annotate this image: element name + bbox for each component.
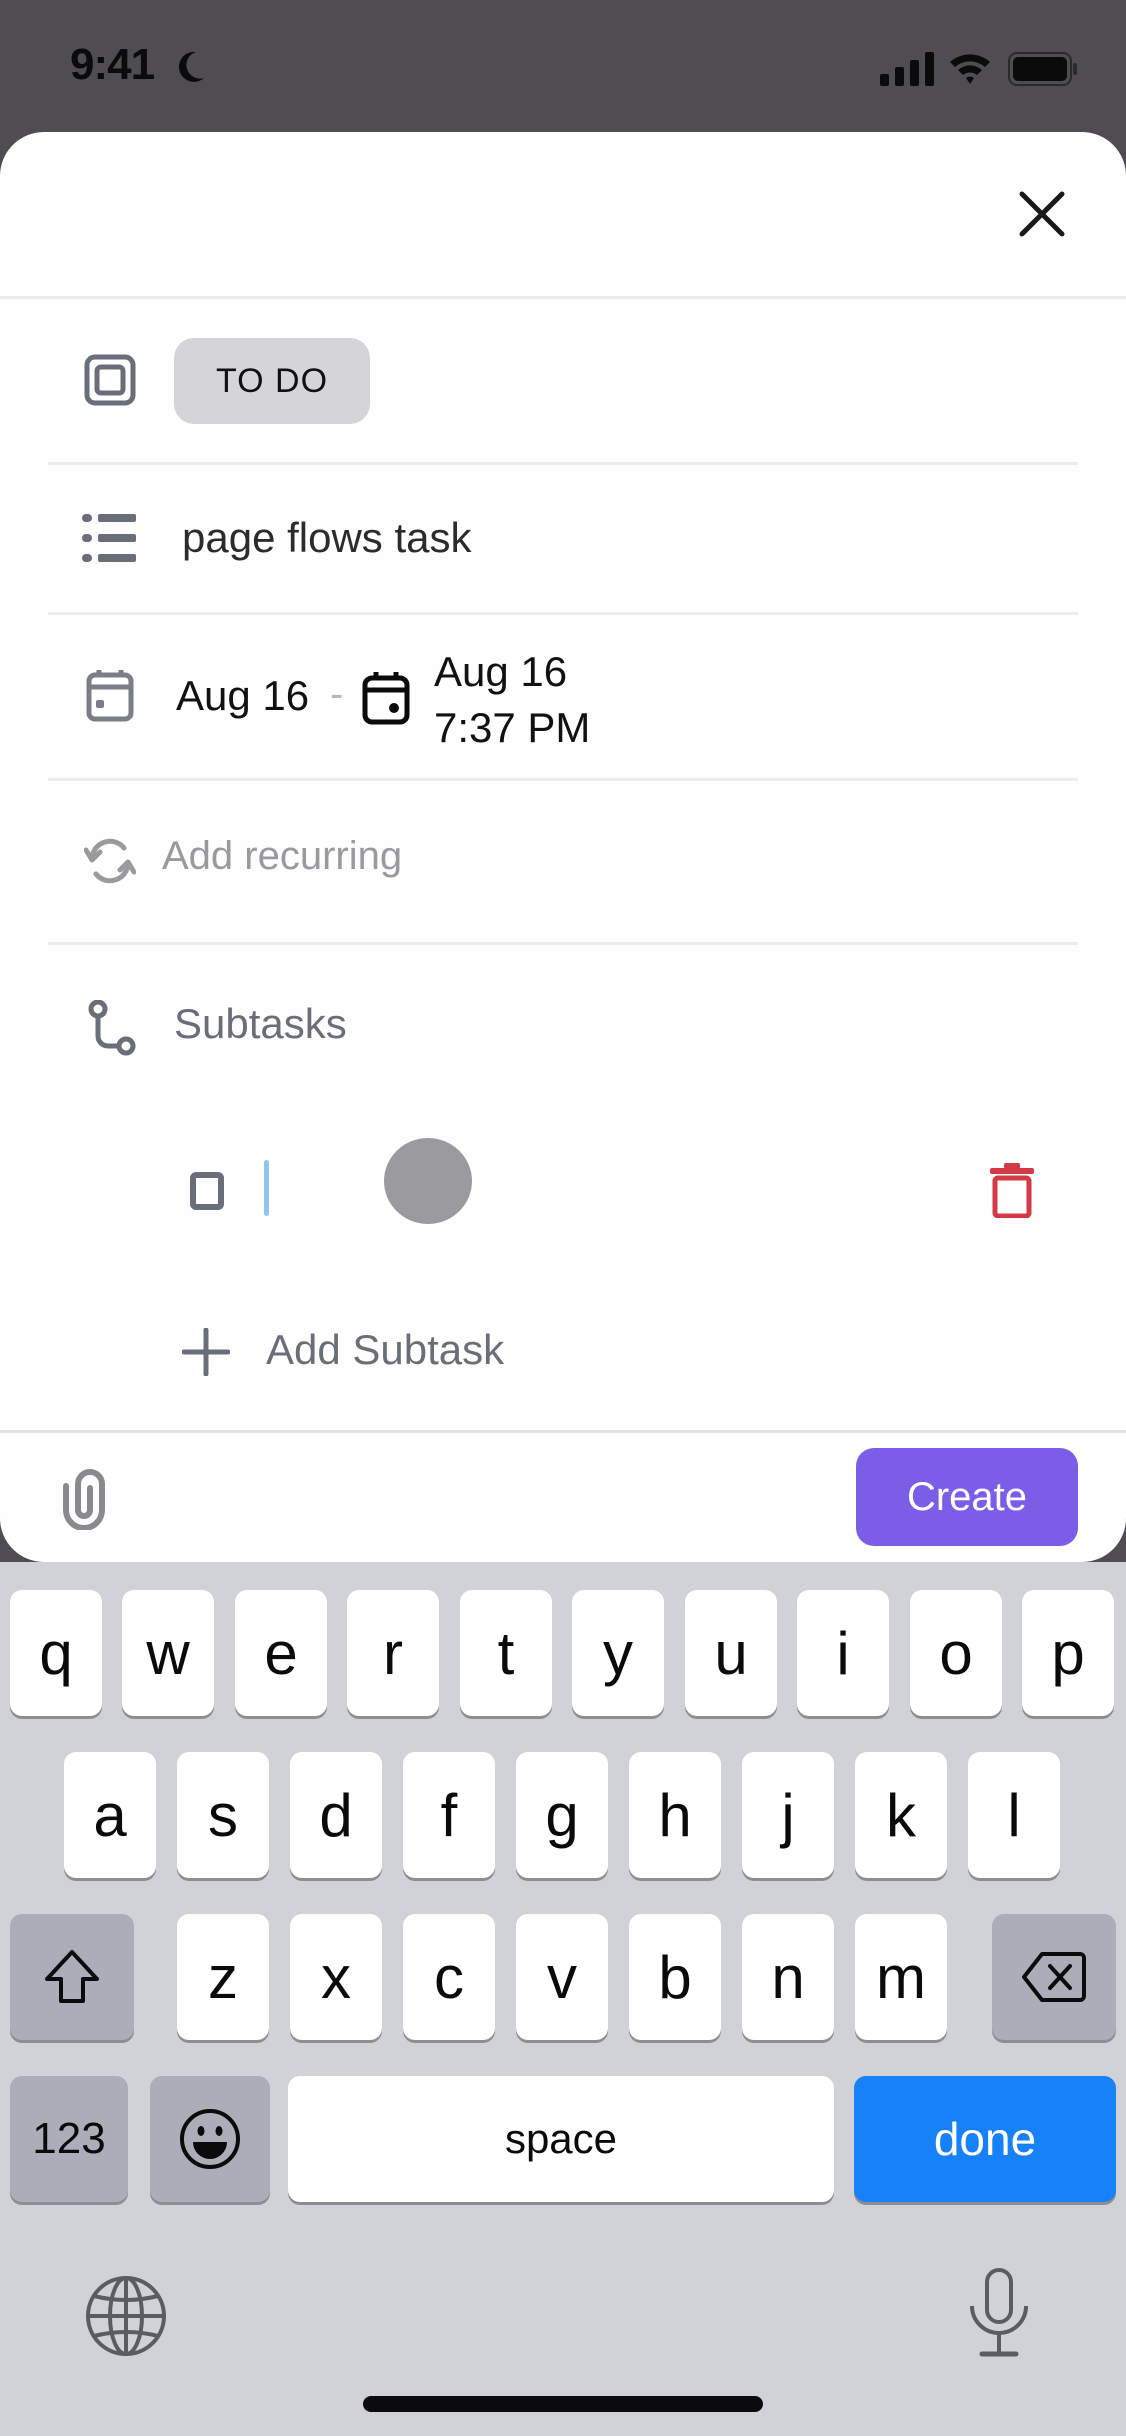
key-x[interactable]: x (290, 1914, 382, 2040)
key-y[interactable]: y (572, 1590, 664, 1716)
create-task-sheet: TO DO page flows task Aug 16 - Aug 16 7:… (0, 132, 1126, 1562)
keyboard: q w e r t y u i o p a s d f g h j k l z … (0, 1562, 1126, 2436)
row-divider (48, 612, 1078, 615)
key-t[interactable]: t (460, 1590, 552, 1716)
globe-icon[interactable] (84, 2274, 168, 2358)
numbers-key[interactable]: 123 (10, 2076, 128, 2202)
key-k[interactable]: k (855, 1752, 947, 1878)
shift-key[interactable] (10, 1914, 134, 2040)
key-b[interactable]: b (629, 1914, 721, 2040)
key-v[interactable]: v (516, 1914, 608, 2040)
key-f[interactable]: f (403, 1752, 495, 1878)
row-divider (48, 942, 1078, 945)
due-date-day: Aug 16 (434, 648, 568, 695)
battery-icon (1008, 52, 1077, 86)
home-indicator (363, 2396, 763, 2412)
key-j[interactable]: j (742, 1752, 834, 1878)
status-square-icon (84, 354, 136, 406)
wifi-icon (950, 54, 990, 84)
list-icon (82, 514, 136, 562)
add-recurring-button[interactable]: Add recurring (162, 834, 402, 879)
subtask-checkbox[interactable] (190, 1172, 224, 1210)
start-date[interactable]: Aug 16 (176, 672, 309, 720)
key-l[interactable]: l (968, 1752, 1060, 1878)
key-e[interactable]: e (235, 1590, 327, 1716)
row-divider (48, 462, 1078, 465)
key-d[interactable]: d (290, 1752, 382, 1878)
key-o[interactable]: o (910, 1590, 1002, 1716)
key-i[interactable]: i (797, 1590, 889, 1716)
task-list-name[interactable]: page flows task (182, 514, 472, 562)
key-w[interactable]: w (122, 1590, 214, 1716)
row-divider (48, 778, 1078, 781)
text-cursor (264, 1160, 269, 1216)
moon-icon (178, 51, 204, 82)
calendar-icon (86, 670, 134, 722)
key-a[interactable]: a (64, 1752, 156, 1878)
shift-icon (45, 1950, 99, 2003)
backspace-key[interactable] (992, 1914, 1116, 2040)
due-date-time: 7:37 PM (434, 704, 591, 751)
key-c[interactable]: c (403, 1914, 495, 2040)
subtasks-label: Subtasks (174, 1000, 347, 1047)
plus-icon (182, 1328, 230, 1376)
backspace-icon (1022, 1952, 1086, 2002)
key-n[interactable]: n (742, 1914, 834, 2040)
date-separator: - (330, 672, 344, 716)
due-date[interactable]: Aug 16 7:37 PM (434, 644, 590, 756)
status-time: 9:41 (70, 40, 155, 89)
calendar-due-icon (362, 672, 410, 725)
header-divider (0, 296, 1126, 299)
key-u[interactable]: u (685, 1590, 777, 1716)
space-key[interactable]: space (288, 2076, 834, 2202)
create-button[interactable]: Create (856, 1448, 1078, 1546)
subtask-input[interactable] (262, 1152, 962, 1228)
key-q[interactable]: q (10, 1590, 102, 1716)
emoji-key[interactable] (150, 2076, 270, 2202)
add-subtask-button[interactable]: Add Subtask (266, 1326, 504, 1374)
footer-divider (0, 1430, 1126, 1433)
close-icon[interactable] (1010, 182, 1074, 246)
key-m[interactable]: m (855, 1914, 947, 2040)
paperclip-icon[interactable] (56, 1466, 112, 1530)
done-key[interactable]: done (854, 2076, 1116, 2202)
status-pill[interactable]: TO DO (174, 338, 370, 424)
key-g[interactable]: g (516, 1752, 608, 1878)
emoji-icon (180, 2109, 240, 2169)
key-s[interactable]: s (177, 1752, 269, 1878)
status-bar: 9:41 (0, 0, 1126, 132)
signal-icon (880, 52, 934, 86)
key-h[interactable]: h (629, 1752, 721, 1878)
key-r[interactable]: r (347, 1590, 439, 1716)
refresh-icon (84, 838, 136, 884)
subtasks-icon (88, 1000, 136, 1056)
key-z[interactable]: z (177, 1914, 269, 2040)
touch-indicator (384, 1138, 472, 1224)
microphone-icon[interactable] (964, 2268, 1034, 2358)
key-p[interactable]: p (1022, 1590, 1114, 1716)
trash-icon[interactable] (990, 1162, 1034, 1218)
